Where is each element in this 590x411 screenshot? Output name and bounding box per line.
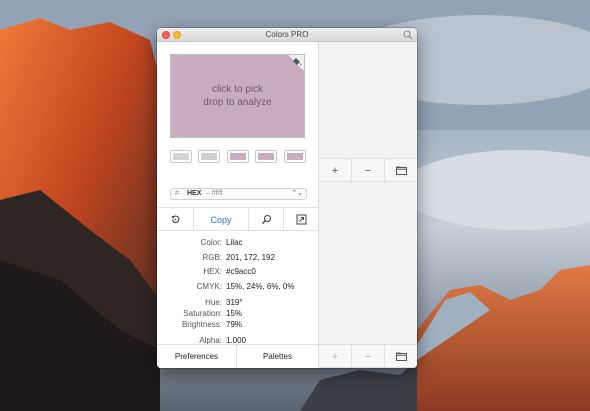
- color-pick-area[interactable]: click to pick drop to analyze: [170, 54, 305, 138]
- info-row-rgb: RGB: 201, 172, 192: [157, 252, 318, 263]
- hash-icon: #: [175, 190, 179, 197]
- palette-toolbar-top: + −: [319, 158, 417, 182]
- brightness-label: Brightness:: [181, 320, 222, 329]
- hex-value: #c9acc0: [226, 267, 256, 276]
- swatch-3[interactable]: [227, 150, 249, 163]
- expand-button[interactable]: [284, 208, 318, 231]
- swatch-1[interactable]: [170, 150, 192, 163]
- window-title: Colors PRO: [265, 30, 309, 39]
- hue-label: Hue:: [205, 298, 222, 307]
- remove-palette-button[interactable]: −: [352, 159, 385, 182]
- cmyk-value: 15%, 24%, 6%, 0%: [226, 282, 295, 291]
- recent-swatches: [170, 150, 306, 164]
- hex-label: HEX:: [203, 267, 222, 276]
- undo-button[interactable]: [157, 208, 194, 231]
- pick-hint: click to pick: [211, 84, 264, 95]
- palettes-button[interactable]: Palettes: [237, 345, 318, 368]
- titlebar: Colors PRO: [157, 28, 417, 42]
- saturation-value: 15%: [226, 309, 243, 318]
- color-value: Lilac: [226, 238, 243, 247]
- info-row-hex: HEX: #c9acc0: [157, 266, 318, 277]
- magnifier-button[interactable]: [249, 208, 284, 231]
- saturation-label: Saturation:: [183, 309, 222, 318]
- drop-hint: drop to analyze: [203, 97, 272, 108]
- cmyk-label: CMYK:: [196, 282, 222, 291]
- info-row-color: Color: Lilac: [157, 237, 318, 248]
- copy-label: Copy: [210, 214, 232, 225]
- info-row-saturation: Saturation: 15%: [157, 308, 318, 319]
- add-color-button[interactable]: +: [319, 345, 352, 368]
- info-row-brightness: Brightness: 79%: [157, 319, 318, 330]
- chevron-updown-icon: ⌃⌄: [291, 190, 303, 197]
- palette-panel: + − + −: [318, 42, 417, 368]
- swatch-4[interactable]: [255, 150, 277, 163]
- remove-color-button[interactable]: −: [352, 345, 385, 368]
- folder-icon: [396, 352, 407, 361]
- color-folder-button[interactable]: [385, 345, 417, 368]
- colors-pro-window: Colors PRO click to pick drop to analyze…: [157, 28, 417, 368]
- format-name: HEX: [187, 190, 202, 197]
- brightness-value: 79%: [226, 320, 243, 329]
- magnifier-icon: [261, 214, 271, 224]
- swatch-5[interactable]: [284, 150, 306, 163]
- rgb-value: 201, 172, 192: [226, 253, 275, 262]
- preferences-button[interactable]: Preferences: [157, 345, 237, 368]
- folder-icon: [396, 166, 407, 175]
- info-row-hue: Hue: 319°: [157, 297, 318, 308]
- action-bar: Copy: [157, 207, 318, 231]
- info-row-cmyk: CMYK: 15%, 24%, 6%, 0%: [157, 281, 318, 292]
- format-value: – ffffff: [206, 190, 223, 197]
- format-select[interactable]: # HEX – ffffff ⌃⌄: [170, 188, 307, 200]
- swatch-2[interactable]: [198, 150, 220, 163]
- palette-toolbar-bottom: + −: [319, 344, 417, 368]
- search-icon[interactable]: [403, 30, 413, 40]
- copy-button[interactable]: Copy: [194, 208, 249, 231]
- palette-folder-button[interactable]: [385, 159, 417, 182]
- add-palette-button[interactable]: +: [319, 159, 352, 182]
- undo-icon: [171, 215, 179, 223]
- paint-bucket-icon[interactable]: [291, 56, 302, 67]
- footer-bar: Preferences Palettes: [157, 344, 318, 368]
- color-panel: click to pick drop to analyze # HEX – ff…: [157, 42, 318, 368]
- rgb-label: RGB:: [202, 253, 222, 262]
- hue-value: 319°: [226, 298, 243, 307]
- expand-icon: [296, 214, 306, 225]
- color-label: Color:: [200, 238, 222, 247]
